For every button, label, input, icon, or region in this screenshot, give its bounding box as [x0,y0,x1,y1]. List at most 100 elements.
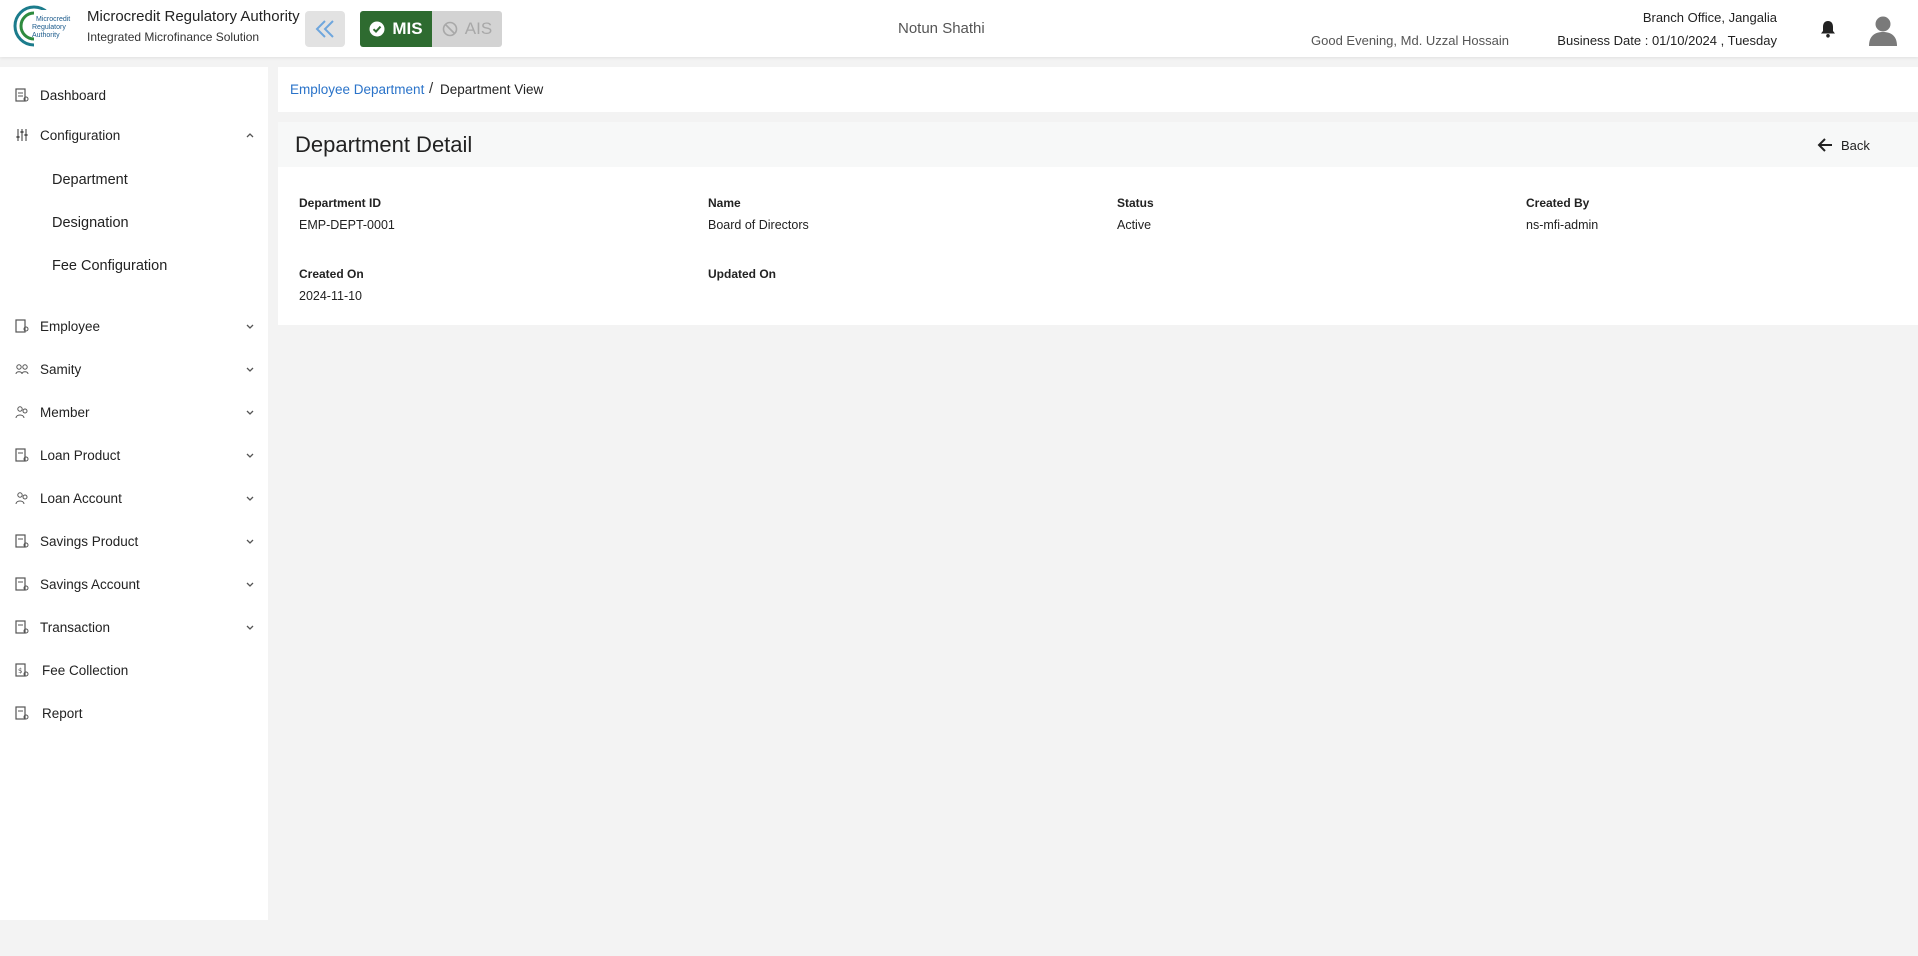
sidebar-item-transaction[interactable]: Transaction [0,610,268,644]
field-name: Name Board of Directors [708,196,809,232]
ais-label: AIS [464,19,493,38]
sidebar-item-label: Savings Product [40,533,139,549]
logo-text-3: Authority [32,32,60,39]
mis-mode-button[interactable]: MIS [360,11,432,47]
field-created-by: Created By ns-mfi-admin [1526,196,1598,232]
top-header: Microcredit Regulatory Authority Microcr… [0,0,1918,57]
notification-bell-icon[interactable] [1818,19,1838,39]
chevron-down-icon [246,582,254,587]
sidebar-subitem-designation[interactable]: Designation [0,206,268,240]
field-label: Name [708,196,741,210]
dashboard-icon [15,88,29,102]
field-created-on: Created On 2024-11-10 [299,267,364,303]
field-label: Status [1117,196,1154,210]
document-icon [15,534,29,548]
field-value: ns-mfi-admin [1526,218,1599,232]
sidebar-item-label: Member [40,404,90,420]
sidebar-item-label: Fee Collection [42,662,129,678]
chevron-down-icon [246,496,254,501]
document-icon [15,448,29,462]
collapse-sidebar-button[interactable] [305,11,345,47]
sliders-icon [16,129,28,141]
field-label: Updated On [708,267,776,281]
breadcrumb-separator: / [429,80,434,97]
sidebar-item-savings-account[interactable]: Savings Account [0,567,268,601]
svg-text:$: $ [18,667,22,675]
mra-logo: Microcredit Regulatory Authority [12,4,78,52]
sidebar-item-label: Report [42,705,83,721]
logo-text-2: Regulatory [32,24,66,31]
sidebar-subitem-label: Department [52,172,128,188]
breadcrumb-current: Department View [440,82,544,97]
chevron-down-icon [246,367,254,372]
document-icon [15,706,29,720]
sidebar-item-report[interactable]: Report [0,696,268,730]
group-icon [15,364,29,375]
branch-office: Branch Office, Jangalia [1642,10,1777,25]
sidebar-item-loan-account[interactable]: Loan Account [0,481,268,515]
sidebar-item-samity[interactable]: Samity [0,352,268,386]
sidebar-item-label: Configuration [40,127,121,143]
sidebar-item-loan-product[interactable]: Loan Product [0,438,268,472]
field-label: Created On [299,267,364,281]
field-value: 2024-11-10 [299,289,363,303]
check-circle-icon [369,21,385,37]
field-status: Status Active [1117,196,1154,232]
detail-body: Department ID EMP-DEPT-0001 Name Board o… [278,167,1918,325]
fee-icon: $ [15,663,29,677]
org-subtitle: Integrated Microfinance Solution [87,30,260,44]
sidebar-subitem-label: Fee Configuration [52,258,168,274]
field-updated-on: Updated On [708,267,776,289]
mis-label: MIS [392,19,423,38]
sidebar-subitem-department[interactable]: Department [0,163,268,197]
field-department-id: Department ID EMP-DEPT-0001 [299,196,395,232]
sidebar-item-member[interactable]: Member [0,395,268,429]
chevron-up-icon [246,133,254,138]
sidebar-item-label: Transaction [40,619,111,635]
back-button[interactable]: Back [1817,133,1870,157]
sidebar-item-label: Employee [40,318,101,334]
logo-text-1: Microcredit [36,16,71,23]
members-icon [15,492,28,505]
field-value: EMP-DEPT-0001 [299,218,395,232]
module-switch: MIS AIS [360,11,502,47]
sidebar-item-label: Samity [40,361,82,377]
sidebar-item-savings-product[interactable]: Savings Product [0,524,268,558]
ais-mode-button[interactable]: AIS [432,11,502,47]
double-chevron-left-icon [315,20,334,38]
field-value: Active [1117,218,1152,232]
sidebar-item-label: Savings Account [40,576,140,592]
back-label: Back [1841,137,1870,153]
detail-header: Department Detail Back [278,122,1918,167]
block-icon [442,21,458,37]
chevron-down-icon [246,324,254,329]
field-value: Board of Directors [708,218,809,232]
arrow-left-icon [1817,138,1832,152]
page-title: Department Detail [295,132,473,157]
user-avatar[interactable] [1868,14,1898,46]
chevron-down-icon [246,539,254,544]
breadcrumb-employee-department-link[interactable]: Employee Department [290,82,424,97]
sidebar-item-fee-collection[interactable]: $ Fee Collection [0,653,268,687]
employee-icon [15,319,29,333]
sidebar: Dashboard Configuration Department Desig… [0,67,268,920]
members-icon [15,406,28,419]
center-name: Notun Shathi [898,20,985,37]
sidebar-item-label: Dashboard [40,87,107,103]
field-label: Department ID [299,196,382,210]
org-name: Microcredit Regulatory Authority [87,8,300,25]
sidebar-subitem-fee-configuration[interactable]: Fee Configuration [0,249,268,283]
sidebar-item-dashboard[interactable]: Dashboard [0,78,268,112]
document-icon [15,620,29,634]
sidebar-item-label: Loan Account [40,490,122,506]
greeting-text: Good Evening, Md. Uzzal Hossain [1311,33,1509,48]
business-date: Business Date : 01/10/2024 , Tuesday [1557,33,1777,48]
sidebar-item-label: Loan Product [40,447,121,463]
chevron-down-icon [246,625,254,630]
chevron-down-icon [246,453,254,458]
field-label: Created By [1526,196,1590,210]
document-icon [15,577,29,591]
breadcrumb: Employee Department / Department View [278,67,1918,112]
sidebar-item-employee[interactable]: Employee [0,309,268,343]
sidebar-item-configuration[interactable]: Configuration [0,118,268,152]
